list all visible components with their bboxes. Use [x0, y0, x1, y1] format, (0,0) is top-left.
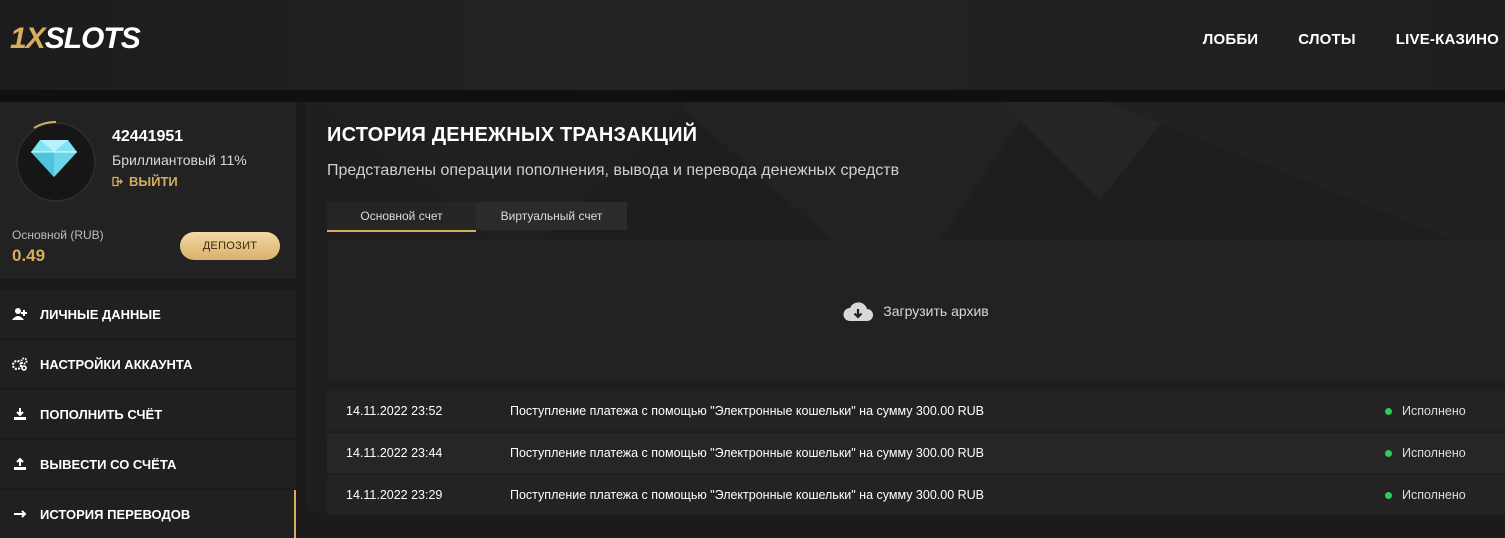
table-row[interactable]: 14.11.2022 23:29 Поступление платежа с п…	[327, 475, 1505, 515]
menu-transfer-history[interactable]: ИСТОРИЯ ПЕРЕВОДОВ	[0, 490, 296, 538]
menu-label: ЛИЧНЫЕ ДАННЫЕ	[40, 306, 161, 322]
load-archive-label: Загрузить архив	[883, 302, 989, 319]
row-status: Исполнено	[1385, 404, 1505, 418]
main-panel: ИСТОРИЯ ДЕНЕЖНЫХ ТРАНЗАКЦИЙ Представлены…	[306, 102, 1505, 515]
account-menu: ЛИЧНЫЕ ДАННЫЕ НАСТРОЙКИ АККАУНТА ПОПОЛНИ…	[0, 290, 296, 538]
user-plus-icon	[12, 306, 28, 322]
status-label: Исполнено	[1402, 446, 1466, 460]
menu-label: ВЫВЕСТИ СО СЧЁТА	[40, 456, 177, 472]
menu-account-settings[interactable]: НАСТРОЙКИ АККАУНТА	[0, 340, 296, 388]
menu-deposit[interactable]: ПОПОЛНИТЬ СЧЁТ	[0, 390, 296, 438]
download-icon	[12, 406, 28, 422]
status-dot-icon	[1385, 449, 1392, 457]
page-subtitle: Представлены операции пополнения, вывода…	[327, 162, 900, 179]
table-row[interactable]: 14.11.2022 23:52 Поступление платежа с п…	[327, 391, 1505, 431]
upload-icon	[12, 456, 28, 472]
logout-icon	[112, 176, 123, 187]
menu-label: ИСТОРИЯ ПЕРЕВОДОВ	[40, 506, 191, 522]
nav-lobby[interactable]: ЛОББИ	[1203, 31, 1259, 48]
balance-label: Основной (RUB)	[12, 228, 104, 242]
vip-level: Бриллиантовый 11%	[112, 152, 247, 168]
row-description: Поступление платежа с помощью "Электронн…	[510, 446, 985, 460]
cloud-download-icon	[843, 301, 874, 321]
balance-value: 0.49	[12, 246, 46, 265]
menu-label: НАСТРОЙКИ АККАУНТА	[40, 356, 193, 372]
tab-main-account[interactable]: Основной счет	[327, 202, 476, 232]
user-id: 42441951	[112, 128, 184, 145]
status-dot-icon	[1385, 407, 1392, 415]
logout-link[interactable]: ВЫЙТИ	[112, 174, 178, 189]
diamond-icon	[31, 140, 77, 177]
status-label: Исполнено	[1402, 488, 1466, 502]
header-separator	[0, 90, 1505, 102]
menu-label: ПОПОЛНИТЬ СЧЁТ	[40, 406, 163, 422]
row-description: Поступление платежа с помощью "Электронн…	[510, 488, 985, 502]
profile-card: 42441951 Бриллиантовый 11% ВЫЙТИ Основно…	[0, 102, 296, 279]
row-status: Исполнено	[1385, 488, 1505, 502]
gears-icon	[12, 356, 28, 372]
load-archive-button[interactable]: Загрузить архив	[327, 241, 1505, 380]
menu-withdraw[interactable]: ВЫВЕСТИ СО СЧЁТА	[0, 440, 296, 488]
row-date: 14.11.2022 23:44	[346, 446, 443, 460]
row-date: 14.11.2022 23:52	[346, 404, 443, 418]
top-nav: ЛОББИ СЛОТЫ LIVE-КАЗИНО	[1203, 31, 1499, 48]
logout-label: ВЫЙТИ	[129, 174, 178, 189]
arrow-right-icon	[12, 506, 28, 522]
transactions-list: 14.11.2022 23:52 Поступление платежа с п…	[327, 391, 1505, 517]
site-logo[interactable]: 1XSLOTS	[10, 22, 141, 56]
row-date: 14.11.2022 23:29	[346, 488, 443, 502]
deposit-button[interactable]: ДЕПОЗИТ	[180, 232, 280, 260]
nav-slots[interactable]: СЛОТЫ	[1298, 31, 1356, 48]
tab-virtual-account[interactable]: Виртуальный счет	[476, 202, 627, 230]
row-status: Исполнено	[1385, 446, 1505, 460]
menu-personal-data[interactable]: ЛИЧНЫЕ ДАННЫЕ	[0, 290, 296, 338]
status-dot-icon	[1385, 491, 1392, 499]
page-title: ИСТОРИЯ ДЕНЕЖНЫХ ТРАНЗАКЦИЙ	[327, 124, 698, 146]
sidebar: 42441951 Бриллиантовый 11% ВЫЙТИ Основно…	[0, 102, 296, 538]
row-description: Поступление платежа с помощью "Электронн…	[510, 404, 985, 418]
status-label: Исполнено	[1402, 404, 1466, 418]
table-row[interactable]: 14.11.2022 23:44 Поступление платежа с п…	[327, 433, 1505, 473]
site-header: 1XSLOTS ЛОББИ СЛОТЫ LIVE-КАЗИНО	[0, 0, 1505, 90]
account-tabs: Основной счет Виртуальный счет	[327, 202, 627, 232]
nav-live-casino[interactable]: LIVE-КАЗИНО	[1396, 31, 1499, 48]
